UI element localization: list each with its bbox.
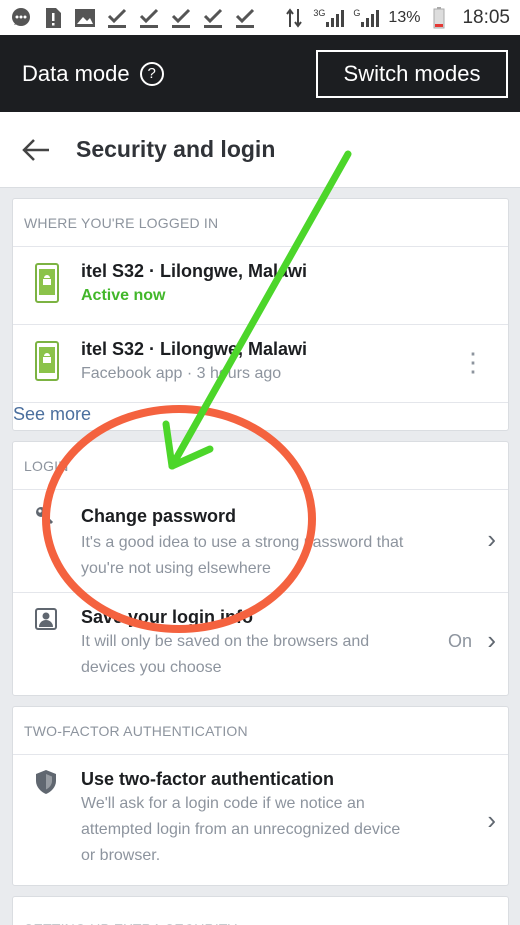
network-type-3g: 3G [313,7,326,18]
two-factor-row[interactable]: Use two-factor authentication We'll ask … [13,755,508,885]
gallery-icon [74,7,96,29]
download-done-icon [106,7,128,29]
device-row[interactable]: itel S32 · Lilongwe, Malawi Active now [13,247,508,325]
signal-3g-indicator: 3G [313,8,345,28]
data-transfer-icon [283,7,305,29]
two-factor-desc-line1: We'll ask for a login code if we notice … [81,795,365,812]
change-password-desc-line1: It's a good idea to use a strong passwor… [81,534,404,551]
save-login-title: Save your login info [81,607,254,627]
help-icon[interactable]: ? [139,61,164,86]
save-login-desc-line2: devices you choose [81,659,222,676]
login-card: LOGIN Change password It's a good idea t… [12,441,509,696]
two-factor-desc-line2: attempted login from an unrecognized dev… [81,821,401,838]
status-bar: 3G G 13% 18:05 [0,0,520,35]
change-password-title: Change password [81,506,237,526]
save-login-state: On [447,631,472,651]
device-name: itel S32 · Lilongwe, Malawi [81,261,308,281]
section-heading-extra-security: SETTING UP EXTRA SECURITY [13,897,508,925]
data-mode-title: Data mode [22,60,130,86]
save-login-row[interactable]: Save your login info It will only be sav… [13,593,508,695]
signal-g-indicator: G [353,8,380,28]
shield-icon [35,769,57,800]
chevron-right-icon: › [487,805,496,835]
download-done-icon [170,7,192,29]
back-arrow-icon[interactable] [22,135,52,165]
data-mode-bar: Data mode ? Switch modes [0,35,520,112]
page-header: Security and login [0,112,520,188]
device-status-active: Active now [81,287,166,304]
page-title: Security and login [76,136,276,162]
download-done-icon [234,7,256,29]
chevron-right-icon: › [487,524,496,554]
two-factor-title: Use two-factor authentication [81,769,335,789]
signal-icon [361,9,380,27]
section-heading-two-factor: TWO-FACTOR AUTHENTICATION [13,707,508,755]
key-icon [35,506,55,531]
two-factor-desc-line3: or browser. [81,847,161,864]
battery-low-icon [428,6,450,29]
battery-percent: 13% [388,8,421,26]
device-last-active: Facebook app · 3 hours ago [81,365,282,382]
extra-security-card: SETTING UP EXTRA SECURITY [12,896,509,925]
android-phone-icon [35,341,59,386]
device-name: itel S32 · Lilongwe, Malawi [81,339,308,359]
signal-icon [326,9,345,27]
download-done-icon [138,7,160,29]
two-factor-card: TWO-FACTOR AUTHENTICATION Use two-factor… [12,706,509,886]
see-more-link[interactable]: See more [13,404,91,425]
save-login-desc-line1: It will only be saved on the browsers an… [81,633,370,650]
more-options-icon[interactable]: ⋮ [460,347,486,378]
section-heading-logged-in: WHERE YOU'RE LOGGED IN [13,199,508,247]
switch-modes-button[interactable]: Switch modes [316,49,508,98]
change-password-desc-line2: you're not using elsewhere [81,560,271,577]
change-password-row[interactable]: Change password It's a good idea to use … [13,490,508,593]
section-heading-login: LOGIN [13,442,508,490]
logged-in-card: WHERE YOU'RE LOGGED IN itel S32 · Lilong… [12,198,509,431]
sim-alert-icon [42,7,64,29]
messages-icon [10,7,32,29]
android-phone-icon [35,263,59,308]
chevron-right-icon: › [487,625,496,655]
device-row[interactable]: itel S32 · Lilongwe, Malawi Facebook app… [13,325,508,403]
person-card-icon [35,608,57,635]
download-done-icon [202,7,224,29]
clock: 18:05 [462,6,510,28]
network-type-g: G [353,7,361,18]
